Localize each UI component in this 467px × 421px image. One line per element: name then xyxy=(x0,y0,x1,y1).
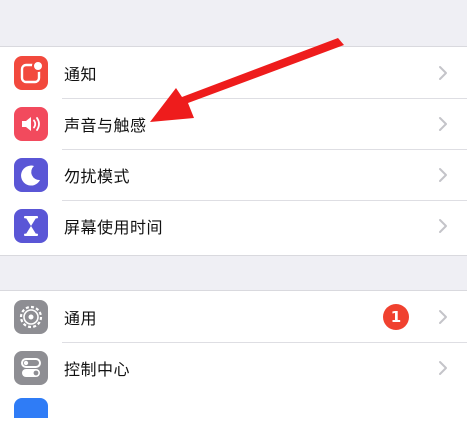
settings-group-1: 通知 声音与触感 勿扰模式 屏幕使用时间 xyxy=(0,46,467,256)
moon-icon xyxy=(14,157,48,192)
settings-row-general[interactable]: 通用 1 xyxy=(0,291,467,342)
settings-row-label: 勿扰模式 xyxy=(64,166,131,186)
settings-row-sounds-haptics[interactable]: 声音与触感 xyxy=(0,98,467,149)
settings-row-label: 通用 xyxy=(64,308,98,328)
notification-badge: 1 xyxy=(383,303,409,330)
speaker-icon xyxy=(14,106,48,141)
settings-row-do-not-disturb[interactable]: 勿扰模式 xyxy=(0,149,467,200)
switches-icon xyxy=(14,350,48,385)
chevron-right-icon xyxy=(431,116,455,132)
settings-row-label: 通知 xyxy=(64,64,98,84)
settings-row-screen-time[interactable]: 屏幕使用时间 xyxy=(0,200,467,252)
hourglass-icon xyxy=(14,209,48,243)
gear-icon xyxy=(14,299,48,334)
chevron-right-icon xyxy=(431,65,455,81)
settings-group-2: 通用 1 控制中心 xyxy=(0,290,467,421)
settings-row-label: 声音与触感 xyxy=(64,115,147,135)
notifications-icon xyxy=(14,55,48,90)
settings-row-control-center[interactable]: 控制中心 xyxy=(0,342,467,393)
chevron-right-icon xyxy=(431,218,455,234)
chevron-right-icon xyxy=(431,360,455,376)
settings-row-notifications[interactable]: 通知 xyxy=(0,47,467,98)
display-icon xyxy=(14,398,48,418)
settings-row-label: 屏幕使用时间 xyxy=(64,218,164,237)
chevron-right-icon xyxy=(431,167,455,183)
chevron-right-icon xyxy=(431,309,455,325)
settings-row-label: 控制中心 xyxy=(64,359,131,379)
